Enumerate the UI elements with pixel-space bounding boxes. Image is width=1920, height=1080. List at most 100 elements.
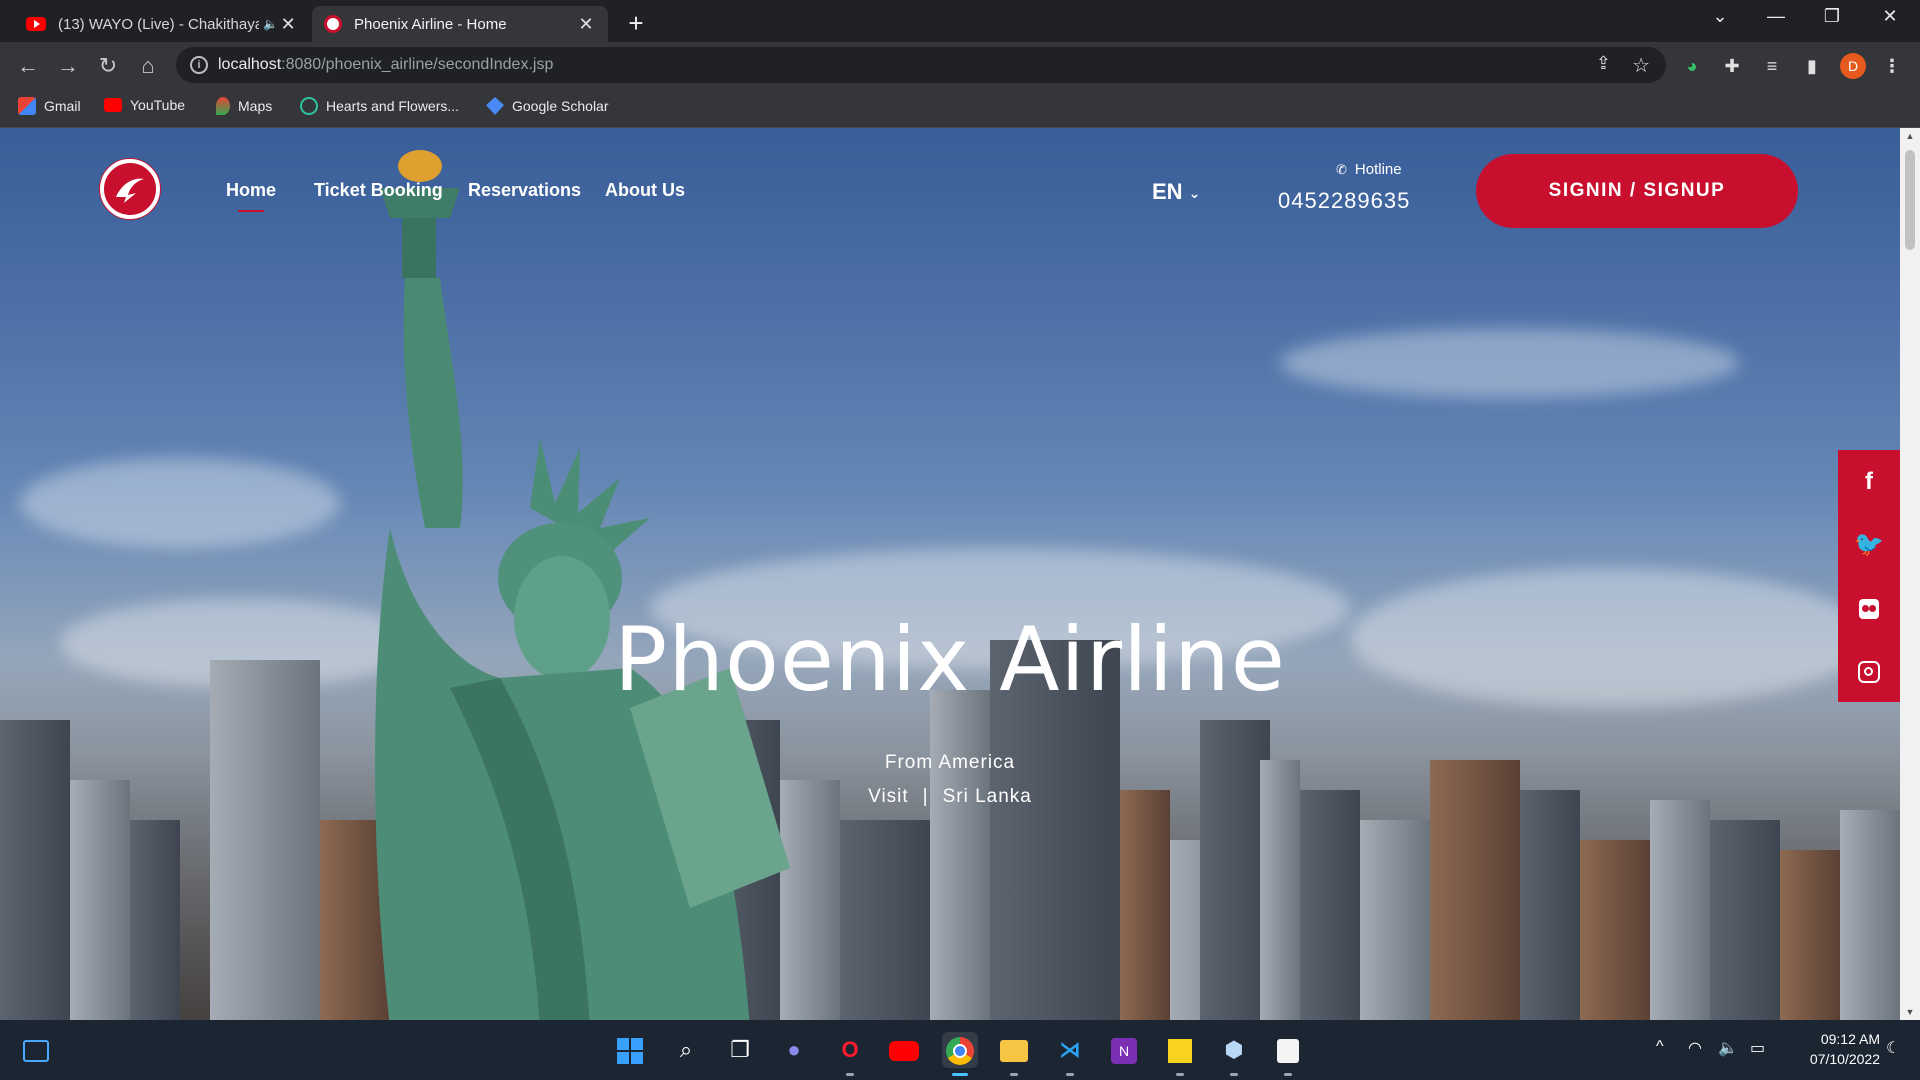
- maps-icon: [216, 97, 230, 115]
- hotline-number[interactable]: 0452289635: [1278, 188, 1410, 214]
- bookmark-star-icon[interactable]: ☆: [1632, 53, 1650, 78]
- search-icon[interactable]: ⌕: [668, 1032, 704, 1068]
- snipping-tool-icon[interactable]: [1270, 1032, 1306, 1076]
- gmail-icon: [18, 97, 36, 115]
- flickr-icon[interactable]: [1838, 576, 1900, 639]
- bookmark-label: Gmail: [44, 98, 81, 114]
- task-view-icon[interactable]: ❐: [722, 1032, 758, 1068]
- instagram-icon[interactable]: [1838, 639, 1900, 702]
- start-button-icon[interactable]: [612, 1032, 648, 1068]
- bookmark-maps[interactable]: Maps: [216, 97, 272, 115]
- tab-phoenix-airline[interactable]: Phoenix Airline - Home ✕: [312, 6, 608, 42]
- close-tab-icon[interactable]: ✕: [576, 14, 596, 35]
- twitter-icon[interactable]: 🐦: [1838, 513, 1900, 576]
- bookmark-label: Hearts and Flowers...: [326, 98, 460, 114]
- share-icon[interactable]: ⇪: [1596, 53, 1611, 74]
- media-control-icon[interactable]: ≡: [1760, 54, 1784, 78]
- side-panel-icon[interactable]: ▮: [1800, 54, 1824, 78]
- extension-colorful-icon[interactable]: ◕: [1680, 54, 1704, 78]
- extensions-puzzle-icon[interactable]: ✚: [1720, 54, 1744, 78]
- site-info-icon[interactable]: i: [190, 56, 208, 74]
- youtube-icon: [104, 98, 122, 112]
- tab-title: Phoenix Airline - Home: [354, 15, 507, 33]
- bookmark-label: Google Scholar: [512, 98, 609, 114]
- bookmark-google-scholar[interactable]: Google Scholar: [486, 97, 609, 115]
- phoenix-airline-logo[interactable]: [100, 159, 160, 219]
- close-window-button[interactable]: ✕: [1870, 6, 1910, 27]
- back-icon[interactable]: ←: [14, 52, 42, 80]
- url-text[interactable]: localhost:8080/phoenix_airline/secondInd…: [218, 56, 553, 74]
- nav-ticket-booking[interactable]: Ticket Booking: [314, 180, 443, 201]
- visit-label: Visit: [868, 786, 909, 807]
- vscode-icon[interactable]: ⋊: [1052, 1032, 1088, 1076]
- hero-subtitle-destination: Visit | Sri Lanka: [0, 786, 1900, 808]
- cloud-image: [1280, 328, 1740, 398]
- bird-logo-icon: [116, 178, 144, 203]
- address-bar[interactable]: i localhost:8080/phoenix_airline/secondI…: [176, 47, 1666, 83]
- phoenix-logo-icon: [324, 15, 342, 33]
- menu-dots-icon[interactable]: ⋮: [1880, 54, 1904, 78]
- show-hidden-icons-chevron[interactable]: ^: [1656, 1038, 1664, 1056]
- scroll-up-icon[interactable]: ▲: [1900, 131, 1920, 141]
- forward-icon[interactable]: →: [54, 52, 82, 80]
- scrollbar-thumb[interactable]: [1905, 150, 1915, 250]
- opera-icon[interactable]: O: [832, 1032, 868, 1076]
- nav-about-us[interactable]: About Us: [605, 180, 685, 201]
- nav-label: About Us: [605, 180, 685, 200]
- home-icon[interactable]: ⌂: [134, 52, 162, 80]
- cloud-image: [20, 458, 340, 548]
- tab-title: (13) WAYO (Live) - Chakithaya: [58, 15, 260, 33]
- separator: |: [922, 786, 929, 807]
- hotline-label: ✆ Hotline: [1336, 161, 1402, 178]
- browser-toolbar: ← → ↻ ⌂ i localhost:8080/phoenix_airline…: [0, 42, 1920, 88]
- signin-signup-button[interactable]: SIGNIN / SIGNUP: [1476, 154, 1798, 228]
- bookmark-gmail[interactable]: Gmail: [18, 97, 81, 115]
- battery-icon[interactable]: ▭: [1750, 1038, 1765, 1058]
- profile-avatar[interactable]: D: [1840, 53, 1866, 79]
- new-tab-button[interactable]: +: [622, 8, 650, 39]
- speaker-icon[interactable]: 🔈: [263, 17, 278, 31]
- widgets-icon[interactable]: [18, 1032, 54, 1068]
- chrome-icon[interactable]: [942, 1032, 978, 1076]
- reload-icon[interactable]: ↻: [94, 52, 122, 80]
- browser-tab-bar: (13) WAYO (Live) - Chakithaya 🔈 ✕ Phoeni…: [0, 0, 1920, 42]
- nav-reservations[interactable]: Reservations: [468, 180, 581, 201]
- hero-subtitle-origin: From America: [884, 752, 1016, 773]
- notifications-moon-icon[interactable]: ☾: [1886, 1038, 1900, 1058]
- city-skyline-image: [0, 640, 1900, 1020]
- volume-icon[interactable]: 🔈: [1718, 1038, 1738, 1058]
- bookmark-youtube[interactable]: YouTube: [104, 97, 185, 113]
- nav-label: Reservations: [468, 180, 582, 200]
- tab-search-icon[interactable]: ⌄: [1700, 6, 1740, 27]
- page-viewport: Home Ticket Booking Reservations About U…: [0, 128, 1900, 1020]
- youtube-icon: [26, 17, 46, 31]
- language-label: EN: [1152, 179, 1183, 204]
- system-clock[interactable]: 09:12 AM 07/10/2022: [1790, 1029, 1880, 1069]
- clock-time: 09:12 AM: [1820, 1031, 1880, 1047]
- statue-of-liberty-image: [375, 150, 790, 1020]
- page-scrollbar[interactable]: ▲ ▼: [1900, 128, 1920, 1020]
- teams-chat-icon[interactable]: ●: [776, 1032, 812, 1068]
- language-selector[interactable]: EN ⌄: [1152, 179, 1200, 205]
- hearts-flowers-icon: [300, 97, 318, 115]
- onenote-icon[interactable]: N: [1106, 1032, 1142, 1068]
- hero-title: Phoenix Airline: [614, 608, 1286, 711]
- youtube-app-icon[interactable]: [886, 1032, 922, 1068]
- file-explorer-icon[interactable]: [996, 1032, 1032, 1076]
- sticky-notes-icon[interactable]: [1162, 1032, 1198, 1076]
- 3d-box-icon[interactable]: ⬢: [1216, 1032, 1252, 1076]
- destination-label: Sri Lanka: [942, 786, 1032, 807]
- social-links-bar: f 🐦: [1838, 450, 1900, 702]
- windows-taskbar: ⌕ ❐ ● O ⋊ N ⬢ ^ ◠ 🔈 ▭ 09:12 AM 07/10/202…: [0, 1020, 1920, 1080]
- clock-date: 07/10/2022: [1809, 1051, 1880, 1067]
- facebook-icon[interactable]: f: [1838, 450, 1900, 513]
- bookmark-label: YouTube: [130, 97, 186, 113]
- tab-youtube[interactable]: (13) WAYO (Live) - Chakithaya 🔈 ✕: [14, 6, 310, 42]
- minimize-button[interactable]: —: [1756, 6, 1796, 27]
- wifi-icon[interactable]: ◠: [1688, 1038, 1702, 1058]
- restore-button[interactable]: ❐: [1812, 6, 1852, 27]
- close-tab-icon[interactable]: ✕: [278, 14, 298, 35]
- nav-home[interactable]: Home: [226, 180, 276, 212]
- bookmark-hearts-flowers[interactable]: Hearts and Flowers...: [300, 97, 459, 115]
- scroll-down-icon[interactable]: ▼: [1900, 1007, 1920, 1017]
